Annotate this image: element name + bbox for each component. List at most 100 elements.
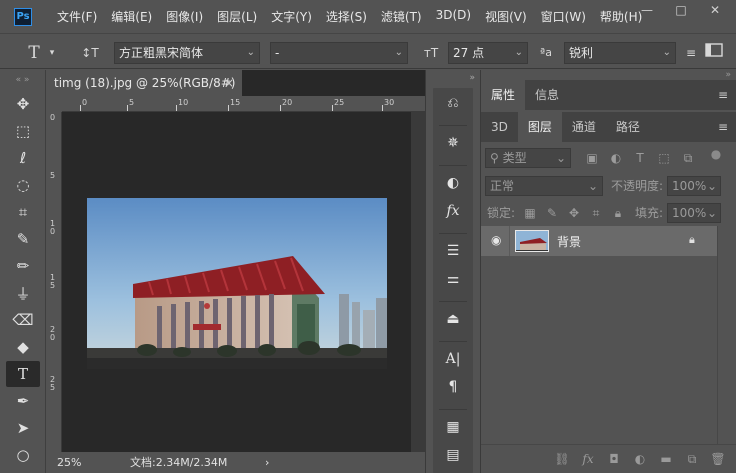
close-tab-icon[interactable]: ×	[224, 70, 234, 96]
adjustments-panel-icon[interactable]: ◐	[439, 170, 467, 196]
quick-select-tool-icon[interactable]: ◌	[6, 172, 40, 198]
stamp-tool-icon[interactable]: ⏚	[6, 280, 40, 306]
menu-item-2[interactable]: 图像(I)	[159, 8, 210, 25]
glyphs-panel-icon[interactable]: ▦	[439, 414, 467, 440]
chevron-down-icon: ⌄	[246, 47, 255, 58]
layer-name[interactable]: 背景	[557, 233, 581, 250]
paragraph-panel-icon[interactable]: ¶	[439, 374, 467, 400]
tab-layers[interactable]: 图层	[517, 112, 562, 142]
font-family-select[interactable]: 方正粗黑宋简体 ⌄	[114, 42, 260, 64]
navigator-panel-icon[interactable]: ✵	[439, 130, 467, 156]
brush-settings-panel-icon[interactable]: ☰	[439, 238, 467, 264]
document-tab[interactable]: timg (18).jpg @ 25%(RGB/8#) ×	[46, 70, 242, 96]
menu-item-0[interactable]: 文件(F)	[50, 8, 104, 25]
lock-image-icon[interactable]: ✎	[545, 203, 559, 223]
font-size-select[interactable]: 27 点 ⌄	[448, 42, 528, 64]
tab-info[interactable]: 信息	[525, 80, 569, 110]
pen-tool-icon[interactable]: ✒	[6, 388, 40, 414]
eye-visibility-icon[interactable]: ◉	[491, 233, 501, 247]
vertical-scrollbar[interactable]	[411, 112, 425, 452]
lock-transparent-icon[interactable]: ▦	[523, 203, 537, 223]
ellipse-tool-icon[interactable]: ○	[6, 442, 40, 468]
notes-panel-icon[interactable]: ▤	[439, 442, 467, 468]
close-window-button[interactable]: ✕	[698, 0, 732, 20]
font-style-select[interactable]: - ⌄	[270, 42, 408, 64]
maximize-button[interactable]: □	[664, 0, 698, 20]
menu-item-4[interactable]: 文字(Y)	[264, 8, 319, 25]
lasso-tool-icon[interactable]: ℓ	[6, 145, 40, 171]
minimize-button[interactable]: —	[630, 0, 664, 20]
hand-tool-icon[interactable]: ✋	[6, 469, 40, 473]
brush-tool-icon[interactable]: ✏	[6, 253, 40, 279]
menu-item-1[interactable]: 编辑(E)	[104, 8, 159, 25]
menu-item-3[interactable]: 图层(L)	[210, 8, 264, 25]
menu-items: 文件(F) 编辑(E) 图像(I) 图层(L) 文字(Y) 选择(S) 滤镜(T) 3D(D)…	[50, 8, 649, 25]
panel-dock-collapse-icon[interactable]: »	[481, 70, 736, 80]
tab-properties[interactable]: 属性	[481, 80, 526, 110]
filter-adjustment-icon[interactable]: ◐	[609, 148, 623, 168]
clone-source-panel-icon[interactable]: ⏏	[439, 306, 467, 332]
lock-all-icon[interactable]: 🔒︎	[611, 203, 625, 223]
panel-icon-column: ⎌ ✵ ◐ fx ☰ ⚌ ⏏ A| ¶ ▦ ▤	[433, 88, 473, 473]
history-panel-icon[interactable]: ⎌	[439, 90, 467, 116]
filter-toggle-icon[interactable]: ●	[709, 144, 723, 164]
type-tool-preset-icon[interactable]: T	[24, 42, 44, 64]
blend-mode-select[interactable]: 正常 ⌄	[485, 176, 603, 196]
move-tool-icon[interactable]: ✥	[6, 91, 40, 117]
path-select-tool-icon[interactable]: ➤	[6, 415, 40, 441]
filter-shape-icon[interactable]: ⬚	[657, 148, 671, 168]
layers-panel-menu-icon[interactable]: ≡	[718, 112, 728, 142]
canvas[interactable]	[62, 112, 411, 452]
paint-bucket-tool-icon[interactable]: ◆	[6, 334, 40, 360]
filter-smart-object-icon[interactable]: ⧉	[681, 148, 695, 168]
tab-channels[interactable]: 通道	[562, 112, 606, 142]
panel-collapse-icon[interactable]: « »	[0, 70, 45, 90]
ruler-h-tick: 0	[82, 98, 88, 107]
new-group-icon[interactable]: ▬	[653, 452, 679, 466]
properties-panel-menu-icon[interactable]: ≡	[718, 80, 728, 110]
lock-artboard-icon[interactable]: ⌗	[589, 203, 603, 223]
crop-tool-icon[interactable]: ⌗	[6, 199, 40, 225]
preset-dropdown-chevron-icon[interactable]: ▾	[46, 42, 58, 64]
menu-item-7[interactable]: 3D(D)	[429, 8, 478, 25]
styles-panel-icon[interactable]: fx	[439, 198, 467, 224]
filter-pixel-icon[interactable]: ▣	[585, 148, 599, 168]
filter-type-icon[interactable]: T	[633, 148, 647, 168]
tab-paths[interactable]: 路径	[606, 112, 650, 142]
add-mask-icon[interactable]: ◘	[601, 452, 627, 466]
tab-3d[interactable]: 3D	[481, 112, 518, 142]
eraser-tool-icon[interactable]: ⌫	[6, 307, 40, 333]
tools-panel: « » ✥ ⬚ ℓ ◌ ⌗ ✎ ✏ ⏚ ⌫ ◆ T ✒ ➤ ○ ✋	[0, 70, 46, 473]
fill-field[interactable]: 100% ⌄	[667, 203, 721, 223]
toggle-text-orientation-icon[interactable]: ↕T	[78, 42, 102, 64]
status-menu-arrow-icon[interactable]: ›	[265, 452, 269, 473]
new-layer-icon[interactable]: ⧉	[679, 452, 705, 467]
search-icon: ⚲	[490, 151, 499, 165]
align-left-icon[interactable]: ≡	[684, 42, 698, 64]
menu-item-6[interactable]: 滤镜(T)	[374, 8, 429, 25]
brushes-panel-icon[interactable]: ⚌	[439, 266, 467, 292]
character-panel-icon[interactable]: A|	[439, 346, 467, 372]
opacity-field[interactable]: 100% ⌄	[667, 176, 721, 196]
layers-scrollbar[interactable]	[717, 226, 736, 444]
marquee-tool-icon[interactable]: ⬚	[6, 118, 40, 144]
zoom-level[interactable]: 25%	[57, 452, 81, 473]
layer-row-background[interactable]: ◉ 背景 🔒︎	[481, 226, 717, 256]
options-bar: T ▾ ↕T 方正粗黑宋简体 ⌄ - ⌄ тT 27 点 ⌄ ªa 锐利 ⌄ ≡	[0, 33, 736, 69]
new-adjustment-layer-icon[interactable]: ◐	[627, 452, 653, 466]
antialias-select[interactable]: 锐利 ⌄	[564, 42, 676, 64]
document-info[interactable]: 文档:2.34M/2.34M	[130, 452, 227, 473]
link-layers-icon[interactable]: ⛓	[549, 452, 575, 466]
menu-item-5[interactable]: 选择(S)	[319, 8, 374, 25]
ruler-h-tick: 15	[230, 98, 241, 107]
delete-layer-icon[interactable]: 🗑︎	[705, 452, 731, 466]
layer-style-icon[interactable]: fx	[575, 452, 601, 466]
layer-kind-filter[interactable]: ⚲ 类型 ⌄	[485, 148, 571, 168]
menu-item-9[interactable]: 窗口(W)	[534, 8, 593, 25]
strip-collapse-icon[interactable]: »	[426, 70, 481, 86]
panel-toggle-icon[interactable]	[700, 42, 728, 64]
eyedropper-tool-icon[interactable]: ✎	[6, 226, 40, 252]
menu-item-8[interactable]: 视图(V)	[478, 8, 534, 25]
type-tool-icon[interactable]: T	[6, 361, 40, 387]
lock-position-icon[interactable]: ✥	[567, 203, 581, 223]
